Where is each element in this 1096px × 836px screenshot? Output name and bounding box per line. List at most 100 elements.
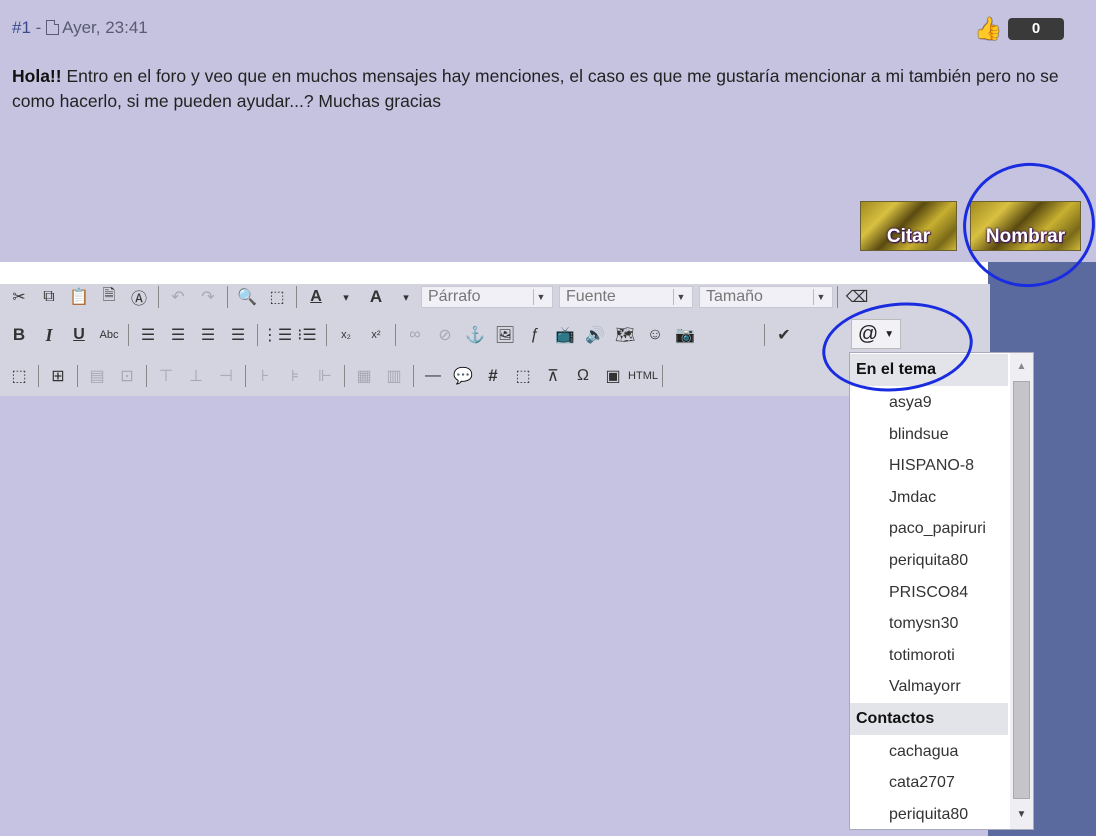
insert-col-before-icon[interactable]: ⊦ <box>253 364 277 388</box>
table-row-icon[interactable]: ▤ <box>85 364 109 388</box>
format-select-value: Párrafo <box>428 288 481 305</box>
quote-button[interactable]: Citar <box>860 201 957 251</box>
redo-icon[interactable]: ↷ <box>196 285 220 309</box>
insert-row-after-icon[interactable]: ⊥ <box>184 364 208 388</box>
map-icon[interactable]: 🗺 <box>613 323 637 347</box>
mention-user-item[interactable]: periquita80 <box>889 552 968 570</box>
camera-icon[interactable]: 📷 <box>673 323 697 347</box>
paste-icon[interactable]: 📋 <box>67 285 91 309</box>
page-break-icon[interactable]: ⊼ <box>541 364 565 388</box>
toolbar-divider <box>764 324 765 346</box>
toolbar-divider <box>257 324 258 346</box>
smiley-icon[interactable]: ☺ <box>643 323 667 347</box>
horizontal-rule-icon[interactable]: — <box>421 364 445 388</box>
text-color-icon[interactable]: A <box>304 285 328 309</box>
align-justify-icon[interactable]: ☰ <box>226 323 250 347</box>
table-cell-icon[interactable]: ⊡ <box>115 364 139 388</box>
chevron-down-icon: ▼ <box>813 289 828 305</box>
scroll-up-icon[interactable]: ▲ <box>1010 357 1033 377</box>
post-date: Ayer, 23:41 <box>62 18 148 37</box>
image-icon[interactable]: 🖼 <box>493 323 517 347</box>
mention-user-item[interactable]: HISPANO-8 <box>889 457 974 475</box>
mention-user-item[interactable]: paco_papiruri <box>889 520 986 538</box>
delete-col-icon[interactable]: ⊩ <box>313 364 337 388</box>
align-center-icon[interactable]: ☰ <box>166 323 190 347</box>
dropdown-scrollbar[interactable]: ▲ ▼ <box>1010 353 1033 829</box>
thumbs-up-icon[interactable]: 👍 <box>975 16 1002 42</box>
div-container-icon[interactable]: ⬚ <box>511 364 535 388</box>
mention-button[interactable]: Nombrar <box>970 201 1081 251</box>
mention-user-item[interactable]: PRISCO84 <box>889 584 968 602</box>
toolbar-row-2: B I U Abc ☰ ☰ ☰ ☰ ⋮☰ ⁝☰ x₂ x² ∞ ⊘ ⚓ 🖼 ƒ … <box>0 317 799 353</box>
undo-icon[interactable]: ↶ <box>166 285 190 309</box>
omega-icon[interactable]: Ω <box>571 364 595 388</box>
bullet-list-icon[interactable]: ⋮☰ <box>262 323 292 347</box>
separator-bar <box>0 262 988 284</box>
mention-contact-item[interactable]: periquita80 <box>889 806 968 824</box>
eraser-icon[interactable]: ⌫ <box>845 285 869 309</box>
forum-post: #1 - Ayer, 23:41 👍 0 Hola!! Entro en el … <box>0 0 1088 262</box>
underline-icon[interactable]: U <box>67 323 91 347</box>
align-left-icon[interactable]: ☰ <box>136 323 160 347</box>
link-icon[interactable]: ∞ <box>403 323 427 347</box>
font-select-value: Fuente <box>566 288 616 305</box>
comment-icon[interactable]: 💬 <box>451 364 475 388</box>
post-number[interactable]: #1 <box>12 18 31 37</box>
paste-word-icon[interactable]: 🗎 <box>97 285 121 309</box>
scrollbar-thumb[interactable] <box>1013 381 1030 799</box>
mention-user-item[interactable]: asya9 <box>889 394 932 412</box>
spellcheck-icon[interactable]: ✔ <box>772 323 796 347</box>
hash-icon[interactable]: # <box>481 364 505 388</box>
chevron-down-icon[interactable]: ▾ <box>394 285 418 309</box>
post-header: #1 - Ayer, 23:41 <box>12 18 148 38</box>
italic-icon[interactable]: I <box>37 323 61 347</box>
align-right-icon[interactable]: ☰ <box>196 323 220 347</box>
mention-dropdown: En el tema asya9 blindsue HISPANO-8 Jmda… <box>849 352 1034 830</box>
background-color-icon[interactable]: A <box>364 285 388 309</box>
toolbar-divider <box>395 324 396 346</box>
insert-template-icon[interactable]: ▣ <box>601 364 625 388</box>
post-body: Hola!! Entro en el foro y veo que en muc… <box>12 64 1072 114</box>
audio-icon[interactable]: 🔊 <box>583 323 607 347</box>
cut-icon[interactable]: ✂ <box>7 285 31 309</box>
mention-user-item[interactable]: blindsue <box>889 426 949 444</box>
insert-col-after-icon[interactable]: ⊧ <box>283 364 307 388</box>
superscript-icon[interactable]: x² <box>364 323 388 347</box>
mention-contact-item[interactable]: cachagua <box>889 743 958 761</box>
mention-menu-button[interactable]: @ ▼ <box>851 319 901 349</box>
toolbar-divider <box>38 365 39 387</box>
split-cells-icon[interactable]: ▥ <box>382 364 406 388</box>
mention-user-item[interactable]: Jmdac <box>889 489 936 507</box>
font-select[interactable]: Fuente ▼ <box>559 286 693 308</box>
scroll-down-icon[interactable]: ▼ <box>1010 805 1033 825</box>
flash-icon[interactable]: ƒ <box>523 323 547 347</box>
mention-contact-item[interactable]: cata2707 <box>889 774 955 792</box>
numbered-list-icon[interactable]: ⁝☰ <box>295 323 319 347</box>
strikethrough-icon[interactable]: Abc <box>97 323 121 347</box>
unlink-icon[interactable]: ⊘ <box>433 323 457 347</box>
html-source-icon[interactable]: HTML <box>628 364 658 388</box>
merge-cells-icon[interactable]: ▦ <box>352 364 376 388</box>
search-icon[interactable]: 🔍 <box>235 285 259 309</box>
show-blocks-icon[interactable]: ⬚ <box>7 364 31 388</box>
bold-icon[interactable]: B <box>7 323 31 347</box>
toolbar-row-3: ⬚ ⊞ ▤ ⊡ ⊤ ⊥ ⊣ ⊦ ⊧ ⊩ ▦ ▥ — 💬 # ⬚ ⊼ Ω ▣ HT… <box>0 358 667 394</box>
chevron-down-icon[interactable]: ▾ <box>334 285 358 309</box>
video-icon[interactable]: 📺 <box>553 323 577 347</box>
copy-icon[interactable]: ⧉ <box>37 285 61 309</box>
replace-icon[interactable]: ⬚ <box>265 285 289 309</box>
anchor-icon[interactable]: ⚓ <box>463 323 487 347</box>
document-icon <box>46 20 60 35</box>
insert-row-before-icon[interactable]: ⊤ <box>154 364 178 388</box>
insert-table-icon[interactable]: ⊞ <box>46 364 70 388</box>
subscript-icon[interactable]: x₂ <box>334 323 358 347</box>
delete-row-icon[interactable]: ⊣ <box>214 364 238 388</box>
toolbar-divider <box>128 324 129 346</box>
size-select[interactable]: Tamaño ▼ <box>699 286 833 308</box>
mention-user-item[interactable]: Valmayorr <box>889 678 961 696</box>
mention-user-item[interactable]: tomysn30 <box>889 615 958 633</box>
remove-format-icon[interactable]: Ⓐ <box>127 285 151 309</box>
mention-user-item[interactable]: totimoroti <box>889 647 955 665</box>
format-select[interactable]: Párrafo ▼ <box>421 286 553 308</box>
section-header-topic: En el tema <box>850 354 1008 386</box>
